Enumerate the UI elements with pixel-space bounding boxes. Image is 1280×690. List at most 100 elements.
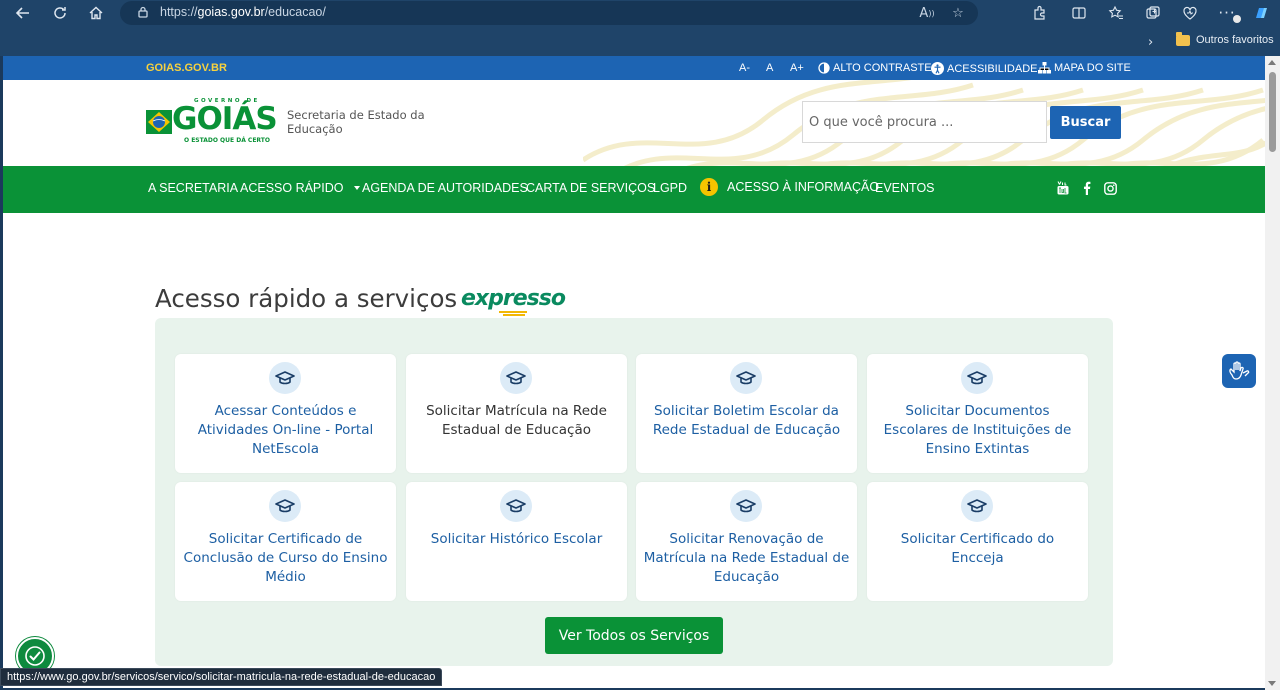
- nav-item-eventos[interactable]: EVENTOS: [875, 181, 935, 195]
- read-aloud-icon[interactable]: A)): [918, 4, 936, 22]
- refresh-icon[interactable]: [49, 2, 71, 24]
- service-card-label: Acessar Conteúdos e Atividades On-line -…: [197, 403, 374, 457]
- search-button[interactable]: Buscar: [1050, 106, 1121, 139]
- more-options-icon[interactable]: ···: [1216, 2, 1241, 24]
- scroll-up-icon[interactable]: [1268, 60, 1276, 65]
- youtube-icon[interactable]: [1055, 180, 1071, 196]
- service-card-certificado-medio[interactable]: Solicitar Certificado de Conclusão de Cu…: [175, 482, 396, 601]
- service-card-renovacao[interactable]: Solicitar Renovação de Matrícula na Rede…: [636, 482, 857, 601]
- caret-down-icon: [353, 186, 360, 190]
- graduation-cap-icon: [500, 362, 532, 394]
- address-bar[interactable]: https://goias.gov.br/educacao/ A)) ☆: [120, 1, 978, 25]
- url-text: https://goias.gov.br/educacao/: [160, 5, 326, 19]
- nav-label: LGPD: [653, 181, 688, 195]
- service-card-boletim[interactable]: Solicitar Boletim Escolar da Rede Estadu…: [636, 354, 857, 473]
- back-icon[interactable]: [12, 2, 34, 24]
- page-scrollbar[interactable]: [1265, 56, 1280, 690]
- nav-item-acesso-informacao[interactable]: i ACESSO À INFORMAÇÃO: [700, 178, 879, 196]
- copilot-icon[interactable]: [1250, 2, 1272, 24]
- scroll-down-icon[interactable]: [1268, 681, 1276, 686]
- service-card-encceja[interactable]: Solicitar Certificado do Encceja: [867, 482, 1088, 601]
- service-card-label: Solicitar Histórico Escolar: [430, 531, 603, 547]
- facebook-icon[interactable]: [1079, 180, 1095, 196]
- expresso-underline: [499, 311, 527, 313]
- high-contrast-label: ALTO CONTRASTE: [833, 62, 932, 74]
- graduation-cap-icon: [500, 490, 532, 522]
- nav-label: CARTA DE SERVIÇOS: [526, 181, 656, 195]
- nav-label: A SECRETARIA: [148, 181, 239, 195]
- collections-icon[interactable]: [1142, 2, 1164, 24]
- lock-icon: [138, 6, 148, 18]
- nav-label: EVENTOS: [875, 181, 935, 195]
- home-icon[interactable]: [85, 2, 107, 24]
- expresso-underline: [503, 314, 525, 316]
- browser-essentials-icon[interactable]: [1179, 2, 1201, 24]
- page-viewport: GOIAS.GOV.BR A- A A+ ALTO CONTRASTE ACES…: [3, 56, 1265, 688]
- sitemap-label: MAPA DO SITE: [1054, 62, 1131, 74]
- info-icon: i: [700, 178, 718, 196]
- nav-item-acesso-rapido[interactable]: ACESSO RÁPIDO: [240, 181, 360, 195]
- search-field-wrapper: [802, 101, 1047, 143]
- nav-item-lgpd[interactable]: LGPD: [653, 181, 687, 195]
- graduation-cap-icon: [961, 362, 993, 394]
- browser-chrome: https://goias.gov.br/educacao/ A)) ☆ ···…: [0, 0, 1280, 56]
- nav-item-agenda[interactable]: AGENDA DE AUTORIDADES: [362, 181, 528, 195]
- search-input[interactable]: [803, 102, 1046, 142]
- quick-access-panel: Acessar Conteúdos e Atividades On-line -…: [155, 318, 1113, 666]
- vlibras-hands-icon[interactable]: [1222, 354, 1256, 388]
- sitemap-icon: [1038, 62, 1051, 74]
- contrast-icon: [818, 62, 830, 74]
- chevron-right-icon[interactable]: ›: [1148, 32, 1162, 52]
- goias-logo[interactable]: GOVERNO DE GOIÁS O ESTADO QUE DÁ CERTO: [146, 98, 286, 148]
- main-navigation: A SECRETARIA ACESSO RÁPIDO AGENDA DE AUT…: [3, 166, 1265, 213]
- service-card-documentos-extintas[interactable]: Solicitar Documentos Escolares de Instit…: [867, 354, 1088, 473]
- expresso-logo: expresso: [461, 286, 566, 311]
- graduation-cap-icon: [269, 490, 301, 522]
- secretaria-name: Secretaria de Estado da Educação: [287, 108, 425, 136]
- logo-main-text: GOIÁS: [172, 101, 278, 137]
- service-card-label: Solicitar Boletim Escolar da Rede Estadu…: [652, 403, 841, 438]
- service-card-matricula[interactable]: Solicitar Matrícula na Rede Estadual de …: [406, 354, 627, 473]
- font-decrease-button[interactable]: A-: [739, 62, 750, 74]
- graduation-cap-icon: [269, 362, 301, 394]
- folder-icon: [1176, 31, 1190, 46]
- accessibility-label: ACESSIBILIDADE: [947, 62, 1038, 75]
- service-card-label: Solicitar Matrícula na Rede Estadual de …: [426, 403, 607, 438]
- high-contrast-button[interactable]: ALTO CONTRASTE: [818, 62, 932, 74]
- service-card-historico[interactable]: Solicitar Histórico Escolar: [406, 482, 627, 601]
- split-screen-icon[interactable]: [1068, 2, 1090, 24]
- sitemap-button[interactable]: MAPA DO SITE: [1038, 62, 1131, 74]
- all-services-button[interactable]: Ver Todos os Serviços: [545, 617, 723, 654]
- graduation-cap-icon: [961, 490, 993, 522]
- nav-item-carta-servicos[interactable]: CARTA DE SERVIÇOS: [526, 181, 655, 195]
- graduation-cap-icon: [730, 362, 762, 394]
- font-normal-button[interactable]: A: [766, 62, 773, 74]
- service-card-label: Solicitar Documentos Escolares de Instit…: [883, 403, 1072, 457]
- accessibility-icon: [931, 62, 944, 75]
- accessibility-button[interactable]: ACESSIBILIDADE: [931, 62, 1037, 75]
- quick-access-title: Acesso rápido a serviços: [155, 284, 458, 313]
- service-card-label: Solicitar Certificado do Encceja: [900, 531, 1055, 566]
- service-card-label: Solicitar Renovação de Matrícula na Rede…: [643, 531, 850, 585]
- nav-label: AGENDA DE AUTORIDADES: [362, 181, 528, 195]
- instagram-icon[interactable]: [1102, 180, 1118, 196]
- favorites-icon[interactable]: [1105, 2, 1127, 24]
- font-increase-button[interactable]: A+: [790, 62, 804, 74]
- favorites-bar: › Outros favoritos: [0, 31, 1280, 52]
- nav-label: ACESSO À INFORMAÇÃO: [727, 180, 880, 194]
- favorites-folder-label: Outros favoritos: [1196, 34, 1274, 46]
- status-url-tooltip: https://www.go.gov.br/servicos/servico/s…: [0, 668, 443, 686]
- service-card-label: Solicitar Certificado de Conclusão de Cu…: [183, 531, 388, 585]
- logo-tagline: O ESTADO QUE DÁ CERTO: [184, 137, 270, 144]
- site-header: GOVERNO DE GOIÁS O ESTADO QUE DÁ CERTO S…: [3, 80, 1265, 166]
- graduation-cap-icon: [730, 490, 762, 522]
- favorite-star-icon[interactable]: ☆: [949, 4, 967, 22]
- gov-site-link[interactable]: GOIAS.GOV.BR: [146, 62, 227, 74]
- gov-top-bar: GOIAS.GOV.BR A- A A+ ALTO CONTRASTE ACES…: [3, 56, 1265, 80]
- extensions-icon[interactable]: [1029, 2, 1051, 24]
- favorites-folder[interactable]: Outros favoritos: [1176, 31, 1274, 46]
- nav-label: ACESSO RÁPIDO: [240, 181, 344, 195]
- scrollbar-thumb[interactable]: [1269, 72, 1276, 152]
- nav-item-secretaria[interactable]: A SECRETARIA: [148, 181, 238, 195]
- service-card-netescola[interactable]: Acessar Conteúdos e Atividades On-line -…: [175, 354, 396, 473]
